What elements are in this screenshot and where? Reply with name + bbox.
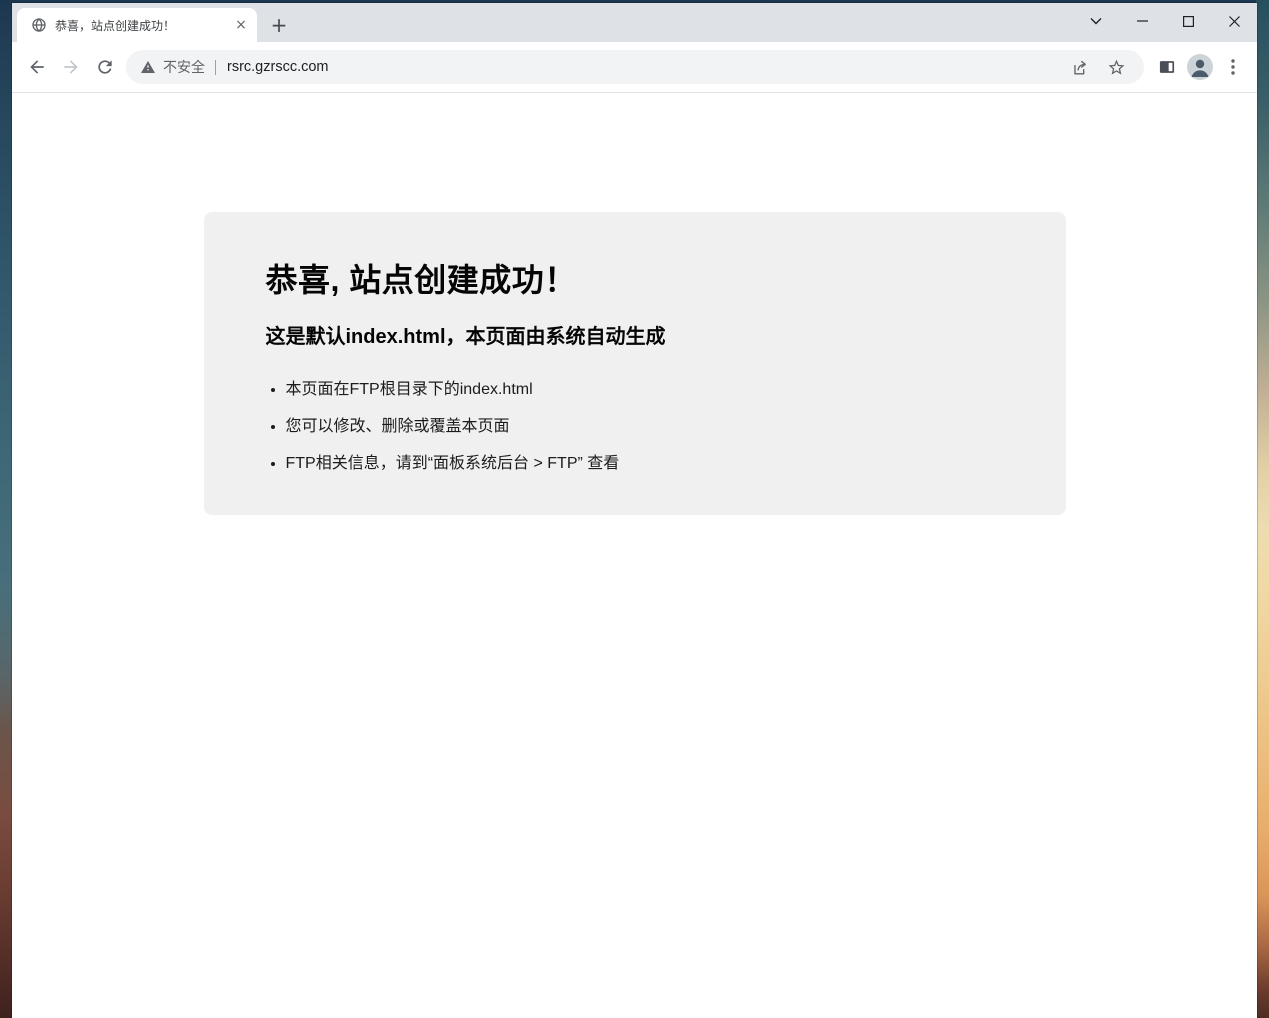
tab-title: 恭喜，站点创建成功！ [55,18,176,33]
page-heading: 恭喜, 站点创建成功！ [265,262,577,298]
url-text[interactable]: rsrc.gzrscc.com [227,59,329,75]
close-window-button[interactable] [1211,3,1257,39]
security-label[interactable]: 不安全 [163,57,205,77]
window-controls [1073,3,1257,39]
success-info-box: 恭喜, 站点创建成功！ 这是默认index.html，本页面由系统自动生成 本页… [203,212,1066,515]
back-button[interactable] [20,50,54,84]
desktop-wallpaper-right [1256,0,1269,1018]
bullet-item-ftp-root: 本页面在FTP根目录下的index.html [286,379,1004,401]
forward-button[interactable] [54,50,88,84]
globe-favicon-icon [31,17,47,33]
not-secure-warning-icon[interactable] [140,59,156,75]
bullet-item-ftp-info: FTP相关信息，请到“面板系统后台 > FTP” 查看 [286,453,1004,475]
navigation-toolbar: 不安全 rsrc.gzrscc.com [12,42,1257,93]
chrome-menu-icon[interactable] [1217,51,1249,83]
new-tab-button[interactable]: + [265,11,293,39]
browser-window: 恭喜，站点创建成功！ × + 不安全 rsrc.gzrscc.com 恭喜, 站… [12,3,1257,1018]
reload-button[interactable] [88,50,122,84]
share-icon[interactable] [1066,53,1094,81]
page-content: 恭喜, 站点创建成功！ 这是默认index.html，本页面由系统自动生成 本页… [12,93,1257,1018]
side-panel-icon[interactable] [1151,51,1183,83]
bullet-item-modify: 您可以修改、删除或覆盖本页面 [286,416,1004,438]
tab-search-chevron-icon[interactable] [1073,3,1119,39]
address-bar[interactable]: 不安全 rsrc.gzrscc.com [126,50,1144,84]
profile-avatar[interactable] [1184,51,1216,83]
browser-tab[interactable]: 恭喜，站点创建成功！ × [17,8,257,42]
bookmark-star-icon[interactable] [1102,53,1130,81]
page-subheading: 这是默认index.html，本页面由系统自动生成 [265,326,666,348]
toolbar-right-actions [1150,51,1249,83]
omnibox-divider [215,59,216,75]
avatar-icon [1187,54,1213,80]
minimize-button[interactable] [1119,3,1165,39]
tab-close-icon[interactable]: × [233,17,249,33]
tab-strip: 恭喜，站点创建成功！ × + [12,3,1257,42]
maximize-button[interactable] [1165,3,1211,39]
info-bullet-list: 本页面在FTP根目录下的index.html 您可以修改、删除或覆盖本页面 FT… [266,379,1004,475]
